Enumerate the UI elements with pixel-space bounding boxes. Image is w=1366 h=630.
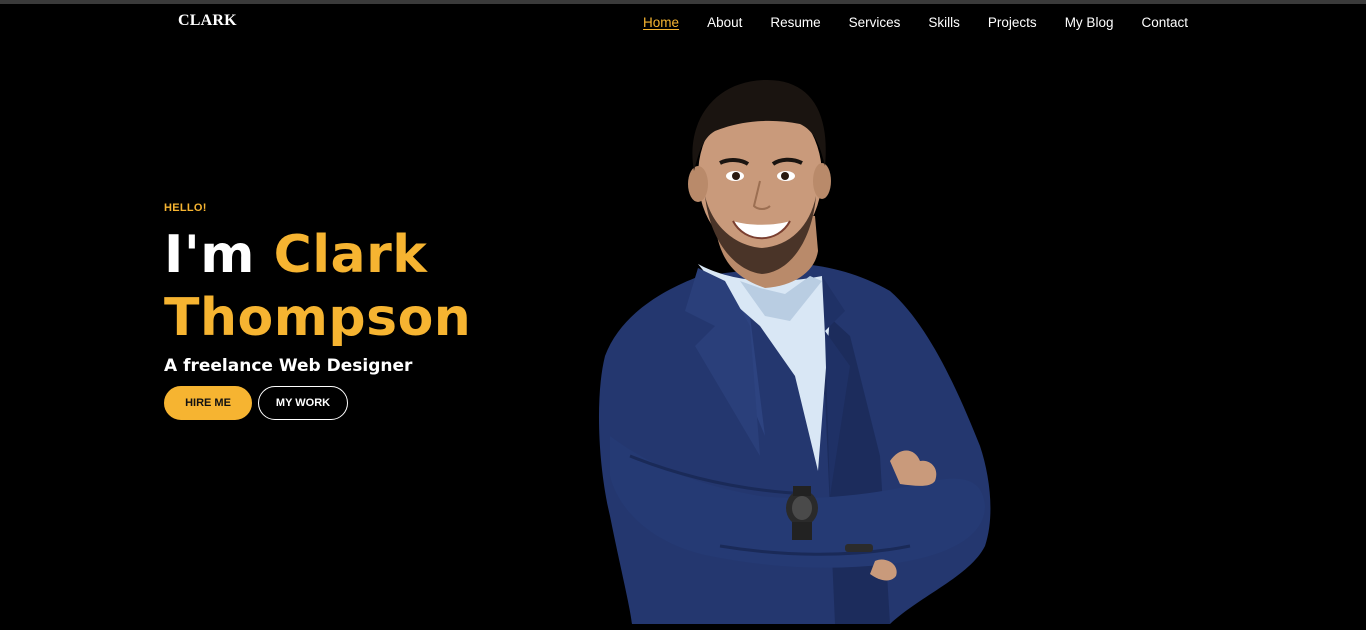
nav-about[interactable]: About xyxy=(707,14,742,32)
nav-projects[interactable]: Projects xyxy=(988,14,1037,32)
nav-skills[interactable]: Skills xyxy=(928,14,960,32)
hero-intro: I'm xyxy=(164,225,255,285)
hero-text: HELLO! I'm Clark Thompson A freelance We… xyxy=(164,202,471,420)
portrait-image xyxy=(598,79,991,624)
hero-greeting: HELLO! xyxy=(164,202,207,214)
hire-me-button[interactable]: HIRE ME xyxy=(164,386,252,420)
nav-my-blog[interactable]: My Blog xyxy=(1065,14,1114,32)
nav-home[interactable]: Home xyxy=(643,14,679,32)
hero-subtitle: A freelance Web Designer xyxy=(164,356,413,376)
nav-services[interactable]: Services xyxy=(849,14,901,32)
site-logo[interactable]: CLARK xyxy=(178,12,237,30)
nav-resume[interactable]: Resume xyxy=(770,14,820,32)
hero-headline: I'm Clark Thompson xyxy=(164,224,471,350)
my-work-button[interactable]: MY WORK xyxy=(258,386,348,420)
main-nav: Home About Resume Services Skills Projec… xyxy=(615,14,1188,32)
hero-last-name: Thompson xyxy=(164,288,472,348)
hero-buttons: HIRE ME MY WORK xyxy=(164,386,471,420)
nav-contact[interactable]: Contact xyxy=(1141,14,1188,32)
page: CLARK Home About Resume Services Skills … xyxy=(0,0,1366,630)
top-border xyxy=(0,0,1366,4)
hero-first-name: Clark xyxy=(273,225,428,285)
